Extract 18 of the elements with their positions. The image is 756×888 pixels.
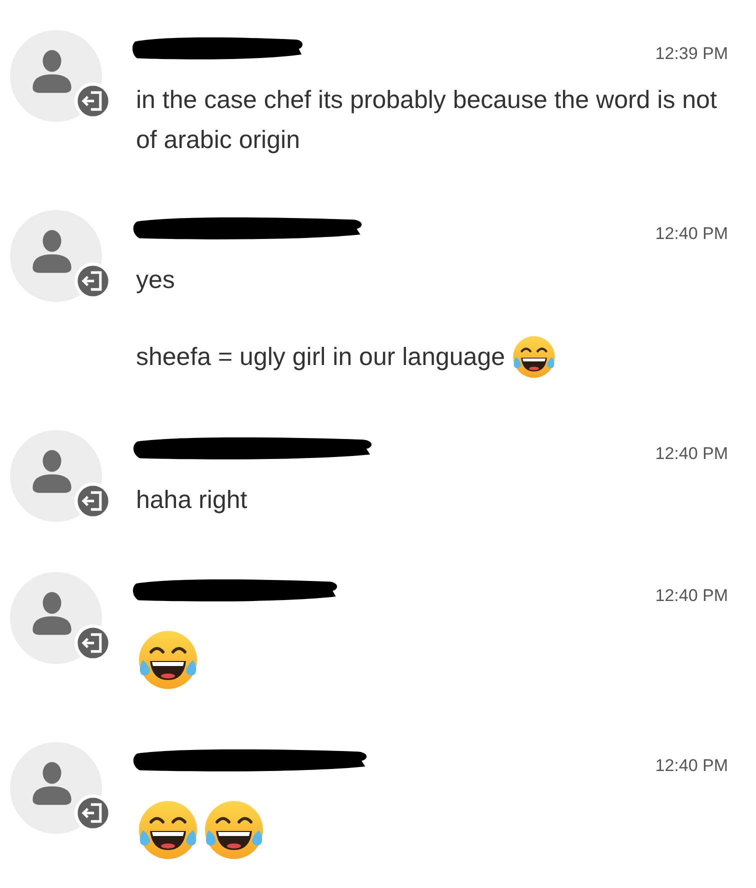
person-icon (31, 761, 73, 805)
laughing-emoji-icon (511, 334, 558, 380)
person-icon (31, 591, 73, 635)
person-icon (31, 449, 73, 493)
message-text: sheefa = ugly girl in our language (136, 342, 506, 373)
message-time: 12:40 PM (655, 756, 728, 776)
person-icon (31, 229, 73, 273)
message-text: yes (136, 265, 175, 296)
message-time: 12:40 PM (655, 444, 728, 464)
laughing-emoji-icon (202, 798, 266, 862)
person-icon (31, 49, 73, 93)
message-time: 12:40 PM (655, 224, 728, 244)
message-time: 12:40 PM (655, 586, 728, 606)
message-text: haha right (136, 485, 248, 516)
laughing-emoji-icon (136, 798, 200, 862)
laughing-emoji-icon (136, 628, 200, 692)
message-text: in the case chef its probably because the word is not of arabic origin (136, 85, 718, 156)
message-time: 12:39 PM (655, 44, 728, 64)
